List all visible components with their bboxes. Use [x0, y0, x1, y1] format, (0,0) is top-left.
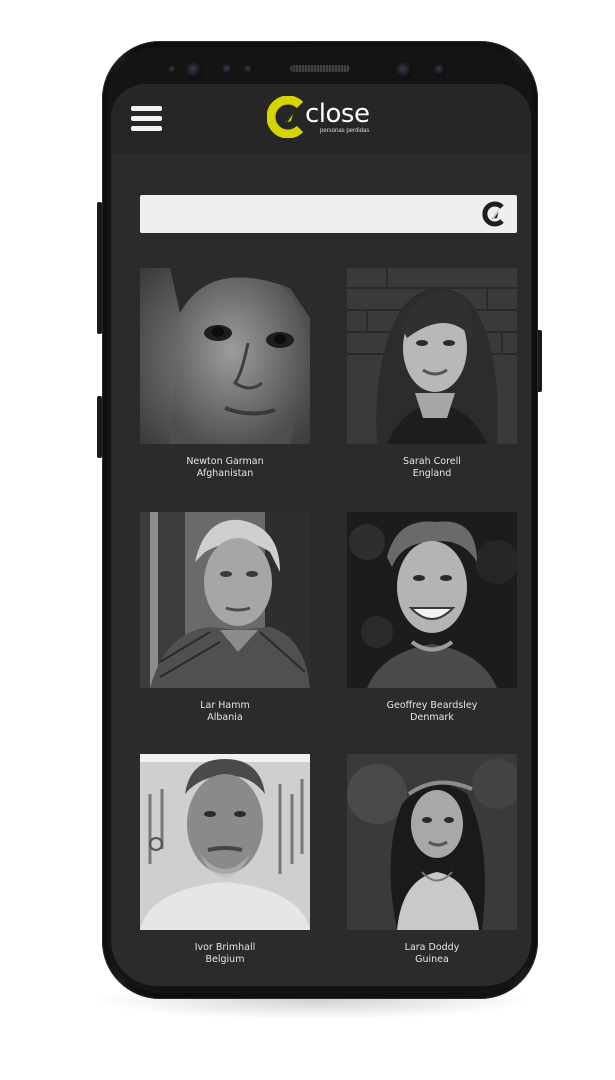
- person-country: Afghanistan: [196, 468, 254, 479]
- iris-camera: [434, 64, 446, 76]
- app-logo: close personas perdidas: [267, 96, 377, 140]
- person-photo: [347, 754, 517, 930]
- person-card[interactable]: Lara Doddy Guinea: [347, 754, 517, 974]
- person-photo: [140, 754, 310, 930]
- hamburger-menu-icon[interactable]: [131, 106, 163, 132]
- iris-scanner: [186, 62, 203, 79]
- sensor-dot: [168, 65, 177, 74]
- person-photo: [140, 512, 310, 688]
- front-camera: [396, 62, 413, 79]
- person-name: Newton Garman: [186, 456, 264, 467]
- person-photo: [140, 268, 310, 444]
- person-country: Belgium: [205, 954, 245, 965]
- app-tagline: personas perdidas: [320, 128, 370, 134]
- app-header: close personas perdidas: [111, 84, 531, 154]
- app-name: close: [305, 99, 370, 129]
- person-caption: Sarah Corell England: [347, 456, 517, 480]
- search-icon[interactable]: [481, 201, 507, 227]
- person-caption: Lara Doddy Guinea: [347, 942, 517, 966]
- person-photo: [347, 268, 517, 444]
- light-sensor: [244, 65, 253, 74]
- search-input[interactable]: [140, 195, 470, 233]
- person-card[interactable]: Newton Garman Afghanistan: [140, 268, 310, 488]
- person-caption: Lar Hamm Albania: [140, 700, 310, 724]
- person-country: Guinea: [415, 954, 449, 965]
- person-name: Sarah Corell: [403, 456, 461, 467]
- person-caption: Geoffrey Beardsley Denmark: [347, 700, 517, 724]
- person-country: Denmark: [410, 712, 454, 723]
- person-name: Lara Doddy: [404, 942, 460, 953]
- search-bar: [140, 195, 517, 233]
- person-caption: Ivor Brimhall Belgium: [140, 942, 310, 966]
- person-card[interactable]: Sarah Corell England: [347, 268, 517, 488]
- device-mockup: close personas perdidas Newton Garman Af…: [0, 0, 615, 1080]
- person-card[interactable]: Ivor Brimhall Belgium: [140, 754, 310, 974]
- person-country: Albania: [207, 712, 243, 723]
- person-name: Lar Hamm: [200, 700, 250, 711]
- person-name: Geoffrey Beardsley: [386, 700, 478, 711]
- person-name: Ivor Brimhall: [194, 942, 256, 953]
- person-caption: Newton Garman Afghanistan: [140, 456, 310, 480]
- earpiece-speaker: [290, 65, 350, 72]
- app-screen: close personas perdidas Newton Garman Af…: [111, 84, 531, 986]
- close-logo-icon: [267, 96, 304, 138]
- person-card[interactable]: Lar Hamm Albania: [140, 512, 310, 732]
- person-card[interactable]: Geoffrey Beardsley Denmark: [347, 512, 517, 732]
- proximity-sensor: [222, 64, 233, 75]
- person-country: England: [412, 468, 452, 479]
- person-photo: [347, 512, 517, 688]
